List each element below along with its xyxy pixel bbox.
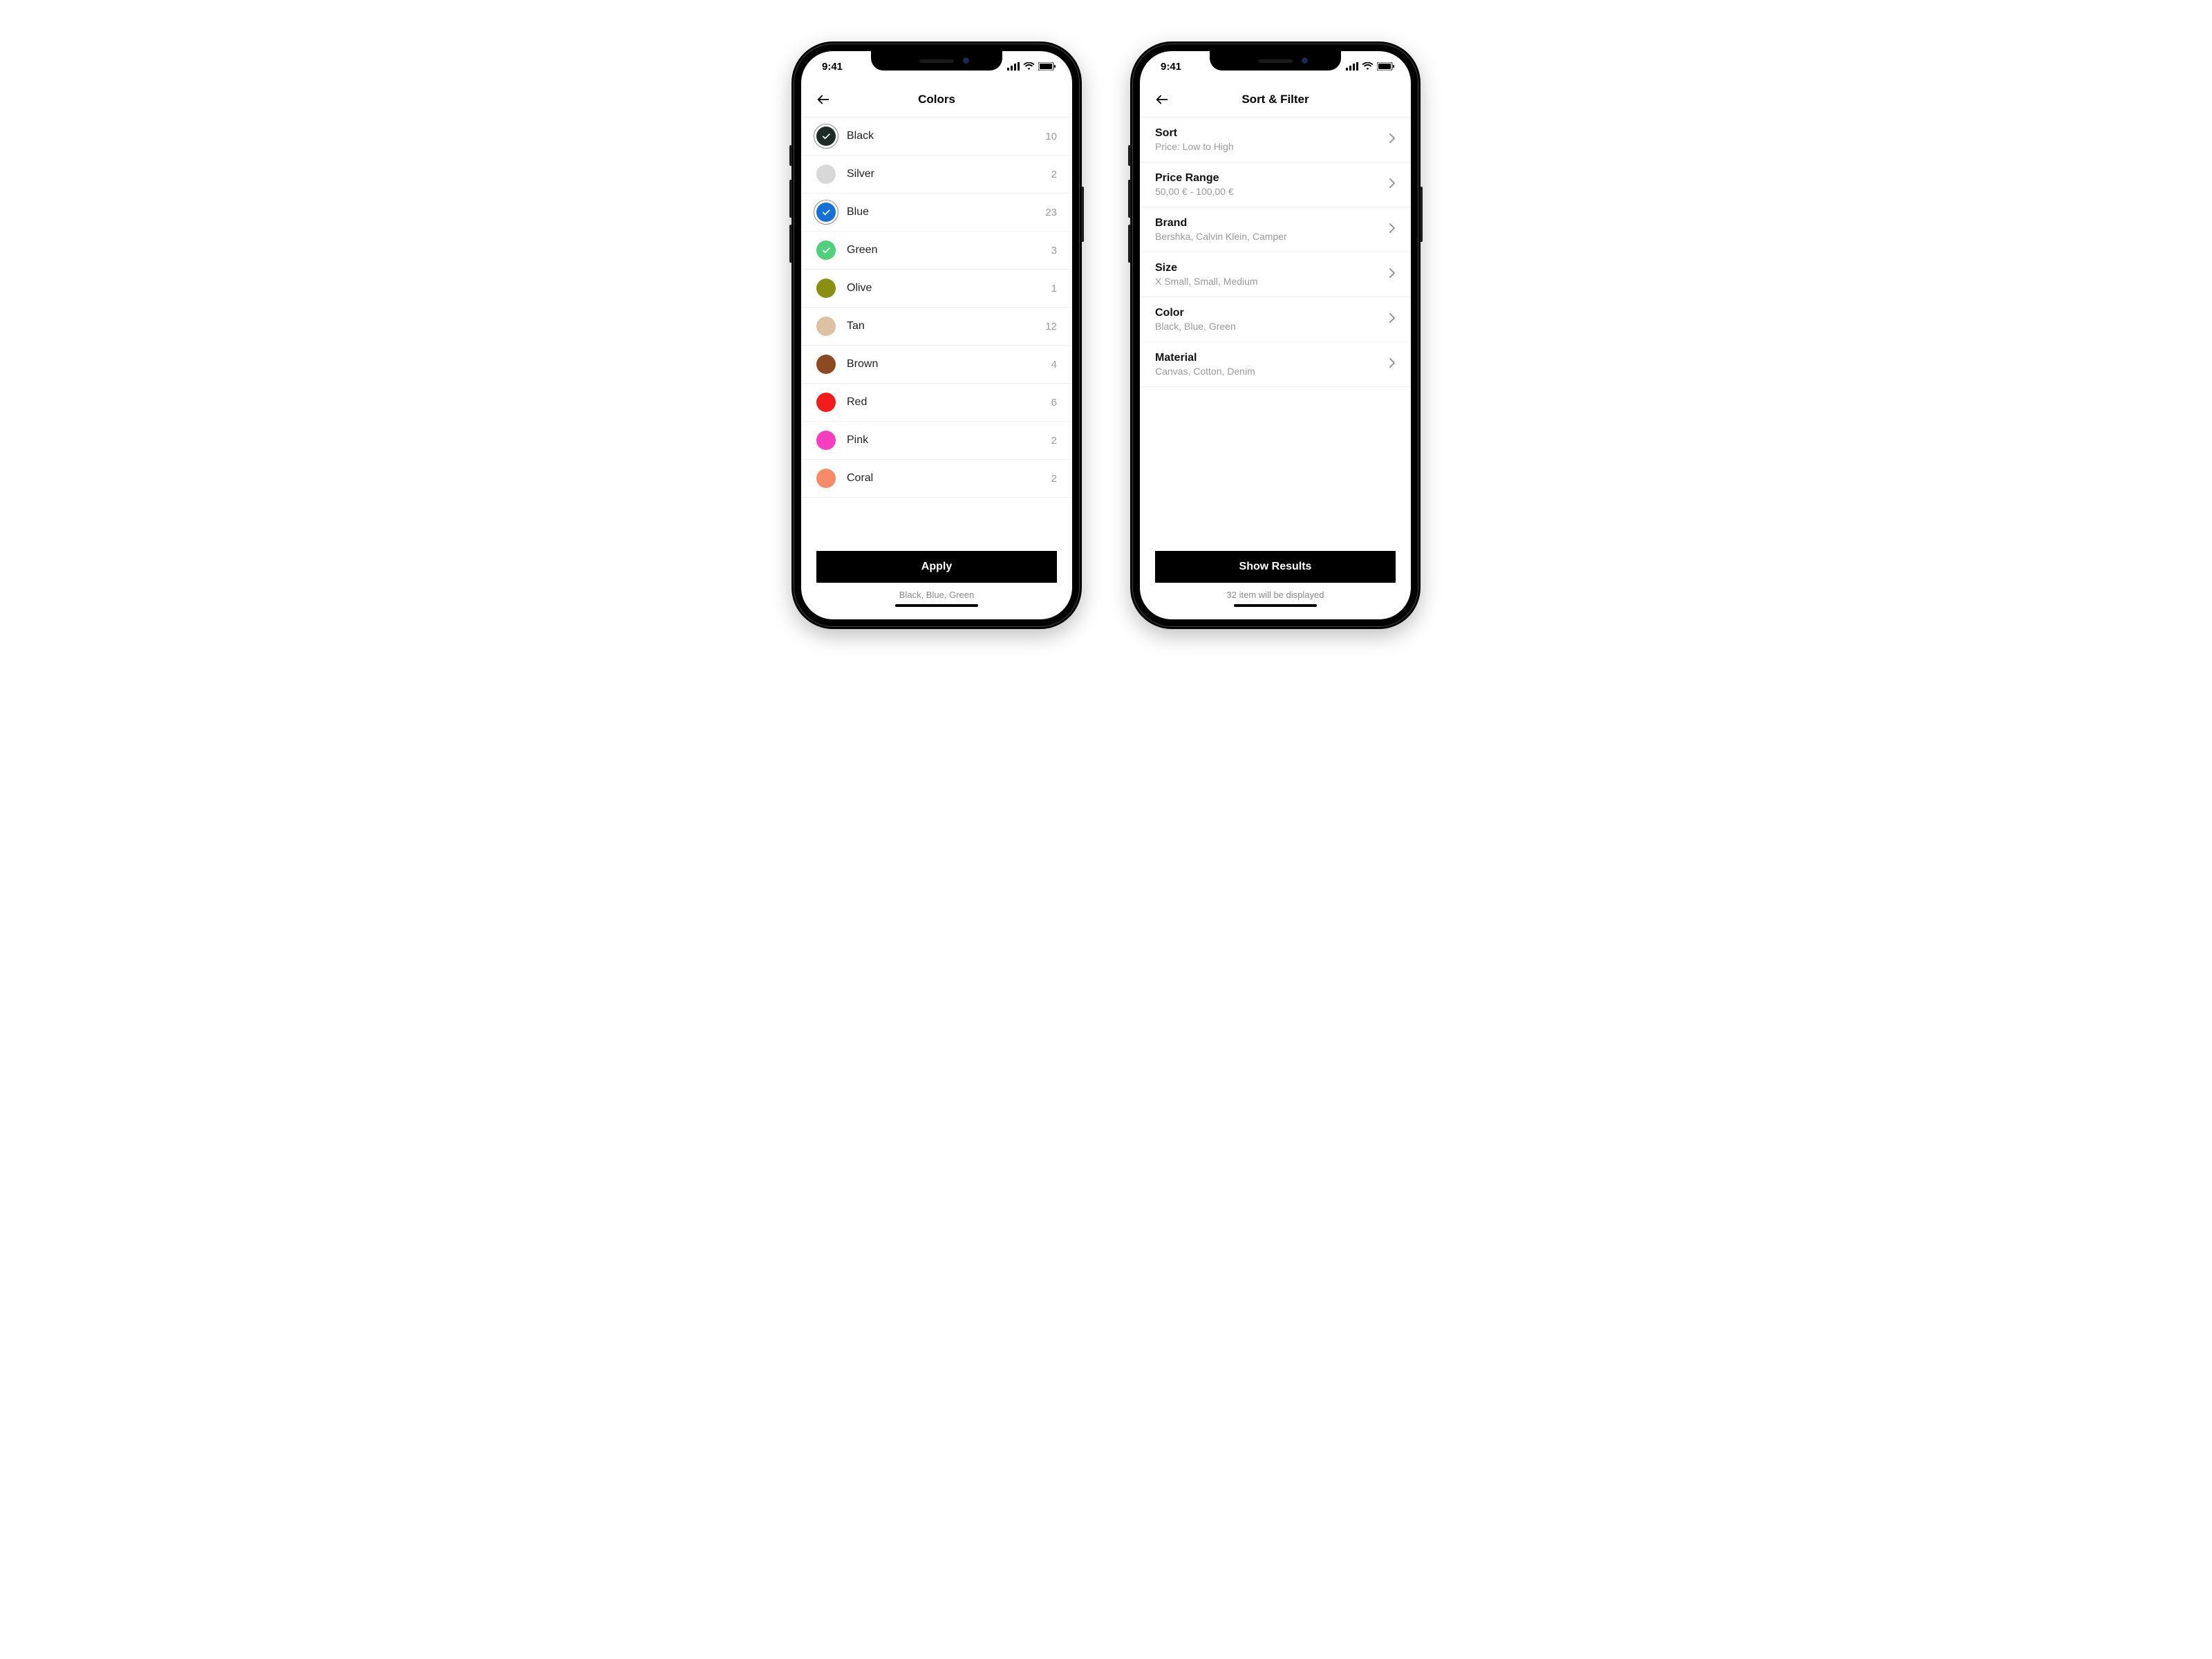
color-row-tan[interactable]: Tan 12 — [801, 308, 1072, 346]
filter-value: 50,00 € - 100,00 € — [1155, 186, 1389, 197]
show-results-button[interactable]: Show Results — [1155, 551, 1396, 583]
filter-value: Bershka, Calvin Klein, Camper — [1155, 231, 1389, 242]
color-label: Olive — [847, 282, 872, 294]
footer: Show Results 32 item will be displayed — [1140, 541, 1411, 619]
battery-icon — [1377, 62, 1394, 71]
header: Colors — [801, 82, 1072, 118]
wifi-icon — [1362, 62, 1374, 71]
phone-frame-filter: 9:41 Sort & Filter SortPrice: Low to Hig… — [1130, 41, 1421, 629]
color-count: 3 — [1051, 245, 1057, 256]
color-row-green[interactable]: Green 3 — [801, 232, 1072, 270]
color-count: 4 — [1051, 359, 1057, 371]
color-count: 23 — [1045, 207, 1057, 218]
color-count: 6 — [1051, 397, 1057, 409]
color-swatch-blue — [816, 203, 836, 222]
color-count: 2 — [1051, 169, 1057, 180]
results-summary: 32 item will be displayed — [1155, 590, 1396, 600]
color-label: Blue — [847, 206, 869, 218]
chevron-right-icon — [1389, 268, 1396, 282]
color-row-olive[interactable]: Olive 1 — [801, 270, 1072, 308]
chevron-right-icon — [1389, 223, 1396, 237]
color-swatch-tan — [816, 317, 836, 336]
color-row-pink[interactable]: Pink 2 — [801, 422, 1072, 460]
filter-row-material[interactable]: Material Canvas, Cotton, Denim — [1140, 342, 1411, 387]
color-label: Silver — [847, 168, 874, 180]
filter-title: Color — [1155, 307, 1389, 319]
footer: Apply Black, Blue, Green — [801, 541, 1072, 619]
color-label: Coral — [847, 472, 873, 485]
battery-icon — [1038, 62, 1056, 71]
filter-value: Black, Blue, Green — [1155, 321, 1389, 332]
color-label: Green — [847, 244, 877, 256]
header: Sort & Filter — [1140, 82, 1411, 118]
filter-value: X Small, Small, Medium — [1155, 276, 1389, 287]
arrow-left-icon — [816, 92, 831, 107]
status-icons — [1346, 62, 1394, 71]
home-indicator[interactable] — [895, 604, 978, 607]
color-swatch-red — [816, 393, 836, 412]
filter-value: Price: Low to High — [1155, 141, 1389, 152]
filter-title: Brand — [1155, 217, 1389, 229]
page-title: Colors — [918, 93, 955, 106]
color-count: 2 — [1051, 473, 1057, 485]
arrow-left-icon — [1154, 92, 1170, 107]
back-button[interactable] — [1152, 90, 1172, 109]
check-icon — [821, 207, 832, 218]
color-count: 1 — [1051, 283, 1057, 294]
color-count: 12 — [1045, 321, 1057, 332]
filter-value: Canvas, Cotton, Denim — [1155, 366, 1389, 377]
check-icon — [821, 245, 832, 256]
filter-row-price-range[interactable]: Price Range50,00 € - 100,00 € — [1140, 162, 1411, 207]
color-swatch-silver — [816, 165, 836, 184]
status-icons — [1007, 62, 1056, 71]
status-time: 9:41 — [822, 61, 843, 73]
color-swatch-black — [816, 126, 836, 146]
page-title: Sort & Filter — [1241, 93, 1309, 106]
status-time: 9:41 — [1161, 61, 1181, 73]
home-indicator[interactable] — [1234, 604, 1317, 607]
filter-title: Material — [1155, 352, 1389, 364]
chevron-right-icon — [1389, 312, 1396, 327]
color-label: Brown — [847, 358, 878, 371]
chevron-right-icon — [1389, 178, 1396, 192]
color-swatch-green — [816, 241, 836, 260]
chevron-right-icon — [1389, 133, 1396, 147]
filter-row-size[interactable]: Size X Small, Small, Medium — [1140, 252, 1411, 297]
color-row-coral[interactable]: Coral 2 — [801, 460, 1072, 498]
wifi-icon — [1023, 62, 1035, 71]
color-list[interactable]: Black 10 Silver 2 Blue 23 Green 3 Olive 1 Tan 12 Bro… — [801, 118, 1072, 541]
filter-row-color[interactable]: Color Black, Blue, Green — [1140, 297, 1411, 342]
color-row-blue[interactable]: Blue 23 — [801, 194, 1072, 232]
filter-title: Sort — [1155, 127, 1389, 140]
color-swatch-pink — [816, 431, 836, 450]
cellular-icon — [1346, 62, 1358, 71]
color-row-brown[interactable]: Brown 4 — [801, 346, 1072, 384]
color-swatch-coral — [816, 469, 836, 488]
color-swatch-brown — [816, 355, 836, 374]
apply-button[interactable]: Apply — [816, 551, 1057, 583]
check-icon — [821, 131, 832, 142]
filter-title: Price Range — [1155, 172, 1389, 185]
color-row-silver[interactable]: Silver 2 — [801, 156, 1072, 194]
color-count: 2 — [1051, 435, 1057, 447]
phone-frame-colors: 9:41 Colors Black 10 Silver 2 Blue 23 Green 3 Ol… — [791, 41, 1082, 629]
color-label: Black — [847, 130, 874, 142]
color-row-black[interactable]: Black 10 — [801, 118, 1072, 156]
back-button[interactable] — [814, 90, 833, 109]
filter-list[interactable]: SortPrice: Low to HighPrice Range50,00 €… — [1140, 118, 1411, 541]
filter-title: Size — [1155, 262, 1389, 274]
chevron-right-icon — [1389, 357, 1396, 372]
filter-row-brand[interactable]: Brand Bershka, Calvin Klein, Camper — [1140, 207, 1411, 252]
color-count: 10 — [1045, 131, 1057, 142]
color-label: Red — [847, 396, 867, 409]
cellular-icon — [1007, 62, 1020, 71]
color-swatch-olive — [816, 279, 836, 298]
selection-summary: Black, Blue, Green — [816, 590, 1057, 600]
color-label: Tan — [847, 320, 865, 332]
filter-row-sort[interactable]: SortPrice: Low to High — [1140, 118, 1411, 162]
color-label: Pink — [847, 434, 868, 447]
color-row-red[interactable]: Red 6 — [801, 384, 1072, 422]
